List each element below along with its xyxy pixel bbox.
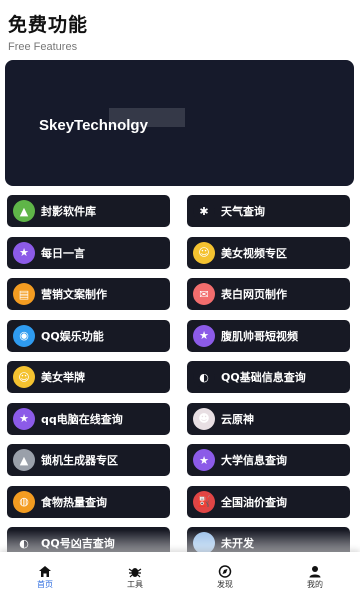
page-header: 免费功能 Free Features	[8, 10, 88, 53]
feature-card[interactable]: ◍ 食物热量查询	[7, 485, 170, 518]
tab-compass[interactable]: 发现	[180, 552, 270, 600]
star-icon: ★	[193, 449, 215, 471]
feature-card[interactable]: ★ 腹肌帅哥短视频	[187, 319, 350, 352]
document-icon: ▤	[13, 283, 35, 305]
home-icon	[38, 563, 52, 577]
feature-label: QQ基础信息查询	[221, 371, 306, 384]
feature-card[interactable]: ☺ 美女视频专区	[187, 236, 350, 269]
feature-card[interactable]: ✱ 天气查询	[187, 195, 350, 227]
star-icon: ★	[193, 324, 215, 347]
feature-card[interactable]: ◐ QQ基础信息查询	[187, 361, 350, 393]
feature-card[interactable]: ★ 每日一言	[7, 236, 170, 269]
feature-card[interactable]: ▲ 锁机生成器专区	[7, 444, 170, 476]
feature-card[interactable]: ★ 大学信息查询	[187, 444, 350, 476]
tab-bug[interactable]: 工具	[90, 552, 180, 600]
feature-label: 封影软件库	[41, 205, 96, 218]
android-icon: ▲	[13, 200, 35, 222]
feature-label: 表白网页制作	[221, 288, 287, 301]
emoji-icon: ☺	[13, 366, 35, 388]
feature-label: 全国油价查询	[221, 495, 287, 509]
banner[interactable]: SkeyTechnolgy	[5, 60, 354, 186]
feature-label: 食物热量查询	[41, 495, 107, 509]
love-letter-icon: ✉	[193, 283, 215, 305]
qq-penguin-icon: ◐	[193, 366, 215, 388]
tab-label: 发现	[217, 579, 233, 589]
compass-icon	[218, 563, 232, 578]
feature-label: qq电脑在线查询	[41, 412, 123, 426]
emoji-icon: ☺	[193, 241, 215, 264]
snowflake-icon: ✱	[193, 200, 215, 222]
star-icon: ★	[13, 407, 35, 430]
scroll-fade	[0, 530, 360, 554]
qq-icon: ◉	[13, 324, 35, 347]
bottom-navigation: 首页 工具 发现 我的	[0, 552, 360, 600]
tab-user[interactable]: 我的	[270, 552, 360, 600]
feature-card[interactable]: ▲ 封影软件库	[7, 195, 170, 227]
feature-label: QQ娱乐功能	[41, 329, 104, 343]
page-title: 免费功能	[8, 14, 89, 36]
tab-label: 首页	[37, 579, 53, 589]
tab-label: 工具	[127, 579, 143, 589]
feature-label: 天气查询	[221, 205, 265, 218]
food-icon: ◍	[13, 490, 35, 513]
feature-card[interactable]: ◉ QQ娱乐功能	[7, 319, 170, 352]
feature-card[interactable]: ★ qq电脑在线查询	[7, 402, 170, 435]
page-subtitle: Free Features	[8, 41, 78, 53]
feature-card[interactable]: ☺ 美女举牌	[7, 361, 170, 393]
feature-label: 美女视频专区	[221, 246, 287, 260]
feature-label: 每日一言	[41, 246, 85, 260]
feature-label: 美女举牌	[41, 371, 85, 384]
fuel-icon: ⛽	[193, 490, 215, 513]
bug-icon	[128, 563, 142, 577]
feature-label: 云原神	[221, 412, 254, 426]
feature-label: 锁机生成器专区	[41, 454, 118, 467]
feature-card[interactable]: ✉ 表白网页制作	[187, 278, 350, 310]
feature-label: 大学信息查询	[221, 454, 287, 467]
feature-label: 营销文案制作	[41, 288, 107, 301]
tab-label: 我的	[307, 579, 323, 589]
feature-card[interactable]: ☻ 云原神	[187, 402, 350, 435]
feature-card[interactable]: ⛽ 全国油价查询	[187, 485, 350, 518]
anime-avatar-icon: ☻	[193, 407, 215, 430]
tab-home[interactable]: 首页	[0, 552, 90, 600]
feature-card[interactable]: ▤ 营销文案制作	[7, 278, 170, 310]
user-icon	[308, 563, 322, 577]
feature-label: 腹肌帅哥短视频	[221, 329, 298, 343]
android-gray-icon: ▲	[13, 449, 35, 471]
banner-text: SkeyTechnolgy	[39, 117, 148, 134]
star-icon: ★	[13, 241, 35, 264]
